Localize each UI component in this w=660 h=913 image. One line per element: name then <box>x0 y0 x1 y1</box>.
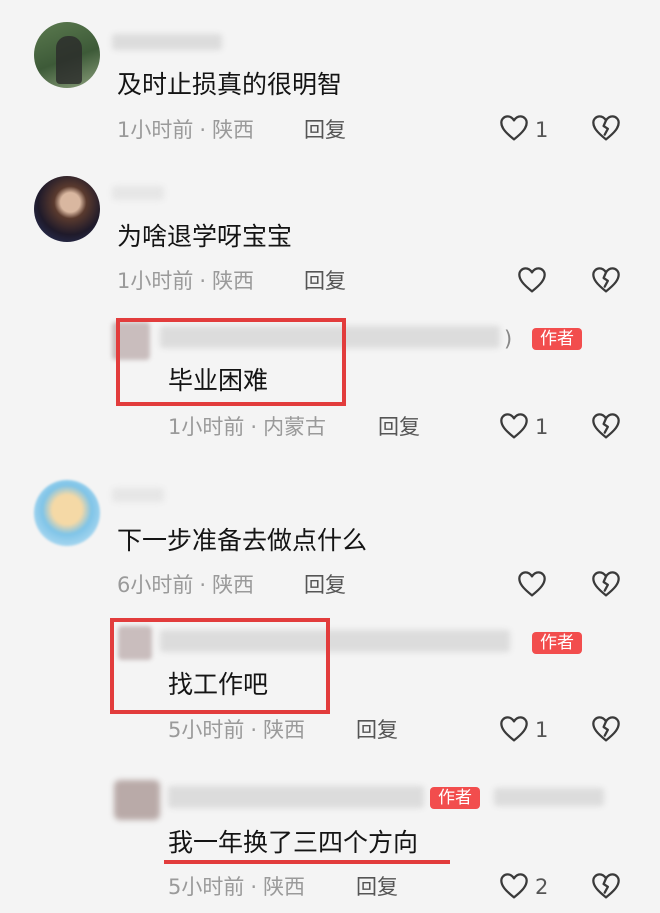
username-blurred <box>112 34 222 50</box>
avatar[interactable] <box>34 176 100 242</box>
comment-location: 陕西 <box>212 269 255 293</box>
meta-separator: · <box>250 718 258 742</box>
reply-location: 陕西 <box>263 718 306 742</box>
heart-outline-icon[interactable] <box>516 568 548 600</box>
reply-time: 5小时前 <box>168 718 245 742</box>
reply-meta: 1小时前 · 内蒙古 <box>168 414 326 440</box>
meta-separator: · <box>199 269 207 293</box>
comment-meta: 6小时前 · 陕西 <box>117 572 254 598</box>
avatar[interactable] <box>34 480 100 546</box>
comment-text: 我一年换了三四个方向 <box>168 828 419 857</box>
broken-heart-icon[interactable] <box>590 410 622 442</box>
username-blurred <box>112 186 164 200</box>
heart-outline-icon[interactable] <box>498 713 530 745</box>
reply-location: 内蒙古 <box>263 415 327 439</box>
like-count: 1 <box>535 718 549 742</box>
reply-button[interactable]: 回复 <box>304 268 346 294</box>
comment-meta: 5小时前 · 陕西 <box>168 874 305 900</box>
comment-location: 陕西 <box>212 118 255 142</box>
comment-time: 6小时前 <box>117 573 194 597</box>
reply-button[interactable]: 回复 <box>356 717 398 743</box>
avatar[interactable] <box>114 780 160 820</box>
comment-time: 1小时前 <box>117 118 194 142</box>
like-count: 2 <box>535 875 549 899</box>
reply-time: 1小时前 <box>168 415 245 439</box>
reply-button[interactable]: 回复 <box>356 874 398 900</box>
comment-meta: 1小时前 · 陕西 <box>117 117 254 143</box>
heart-outline-icon[interactable] <box>498 112 530 144</box>
broken-heart-icon[interactable] <box>590 112 622 144</box>
reply-button[interactable]: 回复 <box>304 572 346 598</box>
username-blurred <box>112 488 164 502</box>
author-badge: 作者 <box>532 328 582 350</box>
comment-time: 5小时前 <box>168 875 245 899</box>
reply-text: 毕业困难 <box>168 366 269 395</box>
avatar[interactable] <box>34 22 100 88</box>
like-count: 1 <box>535 415 549 439</box>
reply-text: 找工作吧 <box>168 670 269 699</box>
username-suffix-blurred <box>494 788 604 806</box>
broken-heart-icon[interactable] <box>590 713 622 745</box>
comment-location: 陕西 <box>212 573 255 597</box>
comment-text: 下一步准备去做点什么 <box>117 526 368 555</box>
heart-outline-icon[interactable] <box>498 410 530 442</box>
broken-heart-icon[interactable] <box>590 870 622 902</box>
broken-heart-icon[interactable] <box>590 568 622 600</box>
broken-heart-icon[interactable] <box>590 264 622 296</box>
highlight-underline <box>164 860 450 864</box>
author-badge: 作者 <box>430 787 480 809</box>
username-blurred <box>168 786 424 808</box>
avatar-person-silhouette <box>56 36 82 84</box>
meta-separator: · <box>250 875 258 899</box>
reply-meta: 5小时前 · 陕西 <box>168 717 305 743</box>
comment-text: 及时止损真的很明智 <box>117 70 343 99</box>
comment-time: 1小时前 <box>117 269 194 293</box>
author-badge: 作者 <box>532 632 582 654</box>
reply-button[interactable]: 回复 <box>304 117 346 143</box>
username-paren: ) <box>504 327 513 351</box>
reply-button[interactable]: 回复 <box>378 414 420 440</box>
heart-outline-icon[interactable] <box>498 870 530 902</box>
meta-separator: · <box>250 415 258 439</box>
heart-outline-icon[interactable] <box>516 264 548 296</box>
comment-location: 陕西 <box>263 875 306 899</box>
meta-separator: · <box>199 118 207 142</box>
comment-text: 为啥退学呀宝宝 <box>117 222 293 251</box>
comment-meta: 1小时前 · 陕西 <box>117 268 254 294</box>
like-count: 1 <box>535 118 549 142</box>
meta-separator: · <box>199 573 207 597</box>
